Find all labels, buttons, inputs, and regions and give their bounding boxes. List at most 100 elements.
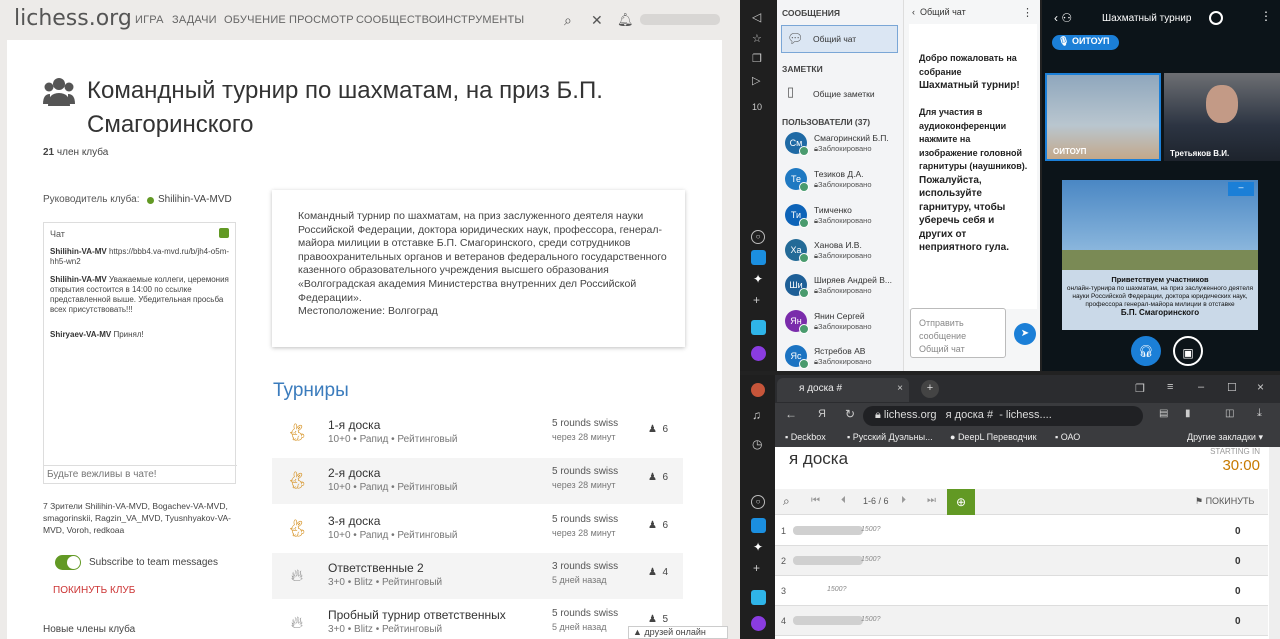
new-tab-button[interactable]: + — [921, 380, 939, 398]
user-item[interactable]: Яс Ястребов АВ 🔒︎Заблокировано — [781, 341, 898, 375]
url-field[interactable]: 🔒︎ lichess.org я доска # - lichess.... — [863, 406, 1143, 426]
yandex-icon[interactable]: Я — [818, 408, 826, 420]
friends-online-button[interactable]: ▲ друзей онлайн — [628, 626, 728, 639]
browser-tab[interactable]: я доска # × — [777, 378, 909, 402]
message-input[interactable]: Отправить сообщение Общий чат — [910, 308, 1006, 358]
app-icon[interactable]: ○ — [751, 495, 765, 509]
public-chat-item[interactable]: 💬︎ Общий чат — [781, 25, 898, 53]
video-thumbnail[interactable]: ОИТОУП — [1045, 73, 1161, 161]
send-button[interactable]: ➤ — [1014, 323, 1036, 345]
record-icon[interactable] — [1209, 11, 1223, 25]
target-icon[interactable]: ⊕ — [947, 489, 975, 515]
close-tab-icon[interactable]: × — [897, 383, 903, 394]
video-thumbnail[interactable]: Третьяков В.И. — [1164, 73, 1280, 161]
avatar[interactable] — [751, 383, 765, 397]
leave-team-button[interactable]: ПОКИНУТЬ КЛУБ — [53, 585, 135, 596]
bookmark-icon[interactable]: ▮ — [1185, 408, 1191, 419]
close-window-icon[interactable]: × — [1257, 380, 1264, 394]
table-row[interactable]: 2 1500? 0 — [775, 546, 1268, 576]
back-icon[interactable]: ◁ — [752, 10, 761, 24]
address-bar: ← Я ↻ 🔒︎ lichess.org я доска # - lichess… — [775, 403, 1280, 429]
table-row[interactable]: 3 1500? 0 — [775, 576, 1268, 606]
nav-play[interactable]: ИГРА — [135, 14, 164, 26]
nav-watch[interactable]: ПРОСМОТР — [289, 14, 354, 26]
tournament-row[interactable]: 🐇︎ 1-я доска 10+0 • Рапид • Рейтинговый … — [272, 410, 683, 456]
maximize-icon[interactable]: ☐ — [1227, 381, 1237, 394]
add-icon[interactable]: + — [753, 561, 760, 575]
minimize-icon[interactable]: – — [1198, 381, 1204, 393]
tournament-row[interactable]: 🐇︎ 3-я доска 10+0 • Рапид • Рейтинговый … — [272, 506, 683, 552]
back-icon[interactable]: ← — [785, 407, 797, 421]
bookmark-item[interactable]: ● DeepL Переводчик — [950, 432, 1037, 442]
play-icon[interactable]: ▷ — [752, 74, 760, 87]
user-item[interactable]: См Смагоринский Б.П. 🔒︎Заблокировано — [781, 128, 898, 162]
user-item[interactable]: Ха Ханова И.В. 🔒︎Заблокировано — [781, 235, 898, 269]
user-item[interactable]: Ти Тимченко 🔒︎Заблокировано — [781, 200, 898, 234]
reader-icon[interactable]: ▤ — [1159, 408, 1168, 419]
add-icon[interactable]: + — [753, 293, 760, 307]
nav-tools[interactable]: ИНСТРУМЕНТЫ — [437, 14, 524, 26]
next-page-icon[interactable]: ⏵ — [901, 495, 906, 506]
public-notes-item[interactable]: ▯ Общие заметки — [781, 80, 898, 108]
last-page-icon[interactable]: ⏭ — [927, 495, 936, 506]
headphones-button[interactable]: 🎧︎ — [1131, 336, 1161, 366]
nav-learn[interactable]: ОБУЧЕНИЕ — [224, 14, 286, 26]
clock-icon[interactable]: ◷ — [752, 437, 762, 451]
search-icon[interactable]: ⌕ — [783, 494, 790, 509]
table-row[interactable]: 4 1500? 0 — [775, 606, 1268, 636]
tasks-icon[interactable] — [751, 518, 766, 533]
video-panel: ‹ ⚇ Шахматный турнир ⋮ 🎙︎ ОИТОУП ОИТОУП … — [1042, 0, 1280, 371]
bookmark-item[interactable]: ▪ ОАО — [1055, 432, 1080, 442]
reload-icon[interactable]: ↻ — [845, 407, 855, 421]
search-icon[interactable]: ⌕ — [564, 12, 572, 29]
leave-button[interactable]: ⚑ ПОКИНУТЬ — [1195, 496, 1254, 507]
leader-name[interactable]: Shilihin-VA-MVD — [158, 194, 232, 205]
first-page-icon[interactable]: ⏮ — [811, 495, 820, 506]
bookmark-item[interactable]: ▪ Русский Дуэльны... — [847, 432, 933, 442]
user-item[interactable]: Ян Янин Сергей 🔒︎Заблокировано — [781, 306, 898, 340]
tournament-row[interactable]: 🔥︎ Пробный турнир ответственных 3+0 • Bl… — [272, 600, 683, 639]
app-icon[interactable]: ○ — [751, 230, 765, 244]
number-icon[interactable]: 10 — [752, 102, 762, 112]
menu-icon[interactable]: ≡ — [1167, 381, 1173, 393]
nav-puzzles[interactable]: ЗАДАЧИ — [172, 14, 217, 26]
minimize-button[interactable]: – — [1228, 182, 1254, 196]
bell-icon[interactable]: 🔔︎ — [617, 12, 634, 28]
alice-icon[interactable] — [751, 346, 766, 361]
chat-back-button[interactable]: ‹ Общий чат — [912, 7, 966, 17]
subscribe-toggle[interactable] — [55, 555, 81, 570]
alice-icon[interactable] — [751, 616, 766, 631]
user-item[interactable]: Те Тезиков Д.А. 🔒︎Заблокировано — [781, 164, 898, 198]
bell-icon[interactable]: ♫ — [752, 408, 761, 422]
table-row[interactable]: 1 1500? 0 — [775, 516, 1268, 546]
scrollbar[interactable] — [1269, 447, 1280, 639]
bookmark-item[interactable]: Другие закладки ▾ — [1187, 432, 1263, 443]
send-app-icon[interactable] — [751, 590, 766, 605]
site-logo[interactable]: lichess.org — [14, 6, 132, 31]
chat-input[interactable]: Будьте вежливы в чате! — [44, 465, 237, 483]
sparkle-icon[interactable]: ✦ — [753, 540, 763, 554]
download-icon[interactable]: ⤓ — [1257, 407, 1262, 420]
tabs-icon[interactable]: ❐ — [1135, 382, 1145, 395]
send-app-icon[interactable] — [751, 320, 766, 335]
nav-community[interactable]: СООБЩЕСТВО — [356, 14, 438, 26]
chat-toggle[interactable] — [219, 228, 229, 238]
more-options-icon[interactable]: ⋮ — [1260, 9, 1272, 23]
user-item[interactable]: Ши Ширяев Андрей В... 🔒︎Заблокировано — [781, 270, 898, 304]
users-toggle-icon[interactable]: ‹ ⚇ — [1054, 11, 1072, 25]
more-options-icon[interactable]: ⋮ — [1022, 6, 1033, 19]
tournament-row[interactable]: 🔥︎ Ответственные 2 3+0 • Blitz • Рейтинг… — [272, 553, 683, 599]
bookmark-icon[interactable]: ☆ — [752, 32, 762, 45]
copy-icon[interactable]: ❐ — [752, 52, 762, 65]
user-name: Янин Сергей — [814, 311, 865, 321]
tournament-row[interactable]: 🐇︎ 2-я доска 10+0 • Рапид • Рейтинговый … — [272, 458, 683, 504]
bookmark-item[interactable]: ▪ Deckbox — [785, 432, 826, 442]
username-blurred[interactable] — [640, 14, 720, 25]
tournament-format: 5 rounds swiss — [552, 608, 619, 619]
swords-icon[interactable]: ✕ — [591, 12, 603, 29]
prev-page-icon[interactable]: ⏴ — [841, 495, 846, 506]
tasks-icon[interactable] — [751, 250, 766, 265]
extension-icon[interactable]: ◫ — [1225, 408, 1234, 419]
sparkle-icon[interactable]: ✦ — [753, 272, 763, 286]
camera-button[interactable]: ▣ — [1173, 336, 1203, 366]
